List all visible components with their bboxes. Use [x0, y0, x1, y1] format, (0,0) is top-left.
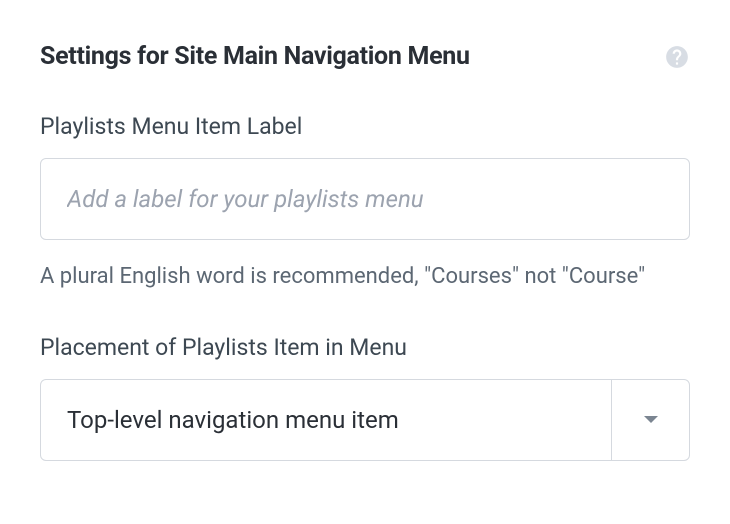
chevron-down-icon	[611, 380, 689, 460]
help-icon[interactable]	[664, 44, 690, 70]
placement-label: Placement of Playlists Item in Menu	[40, 334, 690, 361]
menu-label-help-text: A plural English word is recommended, "C…	[40, 260, 690, 294]
settings-header: Settings for Site Main Navigation Menu	[40, 42, 690, 71]
menu-label-input[interactable]	[40, 158, 690, 240]
menu-label-label: Playlists Menu Item Label	[40, 113, 690, 140]
menu-label-field-group: Playlists Menu Item Label A plural Engli…	[40, 113, 690, 294]
placement-field-group: Placement of Playlists Item in Menu Top-…	[40, 334, 690, 461]
page-title: Settings for Site Main Navigation Menu	[40, 42, 470, 71]
placement-select[interactable]: Top-level navigation menu item	[40, 379, 690, 461]
placement-selected-value: Top-level navigation menu item	[41, 380, 611, 460]
